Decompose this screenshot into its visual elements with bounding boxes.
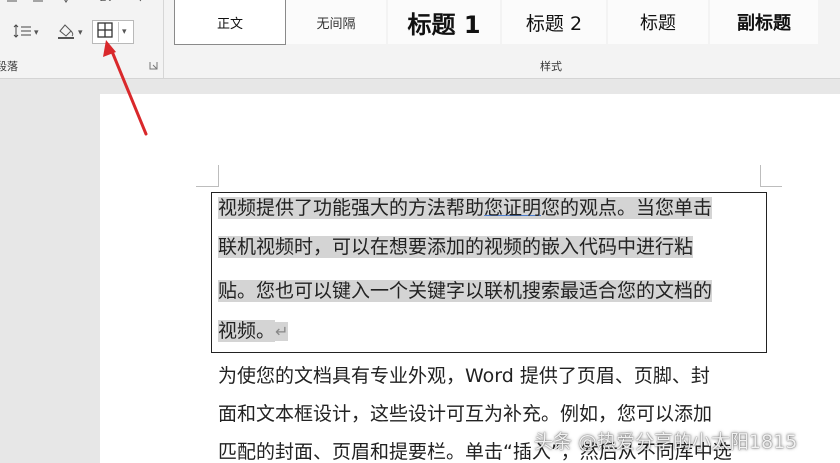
style-label: 标题 [640,13,676,34]
margin-mark [196,186,218,187]
style-label: 正文 [216,16,243,32]
shading-button[interactable]: ▾ [56,22,83,44]
margin-mark [218,165,219,187]
margin-mark [760,165,761,187]
borders-dropdown-icon[interactable]: ▾ [122,27,127,37]
show-marks-icon[interactable] [134,0,144,5]
style-label: 副标题 [737,13,791,34]
selected-text-line[interactable]: 联机视频时，可以在想要添加的视频的嵌入代码中进行粘 [218,236,694,258]
sort-icon[interactable]: Z↓ [100,0,116,4]
chevron-down-icon: ▾ [78,28,83,38]
style-label: 无间隔 [316,16,356,32]
text-run: 贴。您也可以键入一个关键字以联机搜索最适合您的文档的 [218,280,713,302]
styles-gallery: 正文 无间隔 标题 1 标题 2 标题 副标题 样式 [168,0,840,78]
text-run: 联机视频时，可以在想要添加的视频的嵌入代码中进行粘 [218,236,694,258]
paragraph-mark: ↵ [275,322,289,341]
watermark: 头条 @热爱分享的小太阳1815 [534,431,798,453]
style-subtitle[interactable]: 副标题 [710,0,818,44]
style-label: 标题 2 [525,12,583,35]
style-normal[interactable]: 正文 [174,0,286,45]
style-label: 标题 1 [407,10,481,39]
selected-text-line[interactable]: 贴。您也可以键入一个关键字以联机搜索最适合您的文档的 [218,280,713,302]
spellcheck-text: 您证明 [484,197,542,219]
line-spacing-button[interactable]: ▾ [12,24,39,42]
clear-format-icon[interactable] [58,0,74,4]
body-text-line[interactable]: 为使您的文档具有专业外观，Word 提供了页眉、页脚、封 [218,367,710,386]
margin-mark [760,186,782,187]
style-title[interactable]: 标题 [608,0,708,44]
align-left-icon[interactable] [6,0,22,5]
svg-text:Z↓: Z↓ [100,0,114,4]
style-no-spacing[interactable]: 无间隔 [286,0,386,44]
text-run: 视频。 [218,320,276,342]
style-heading-2[interactable]: 标题 2 [502,0,606,44]
text-run: 您的观点。当您单击 [541,197,713,219]
annotation-arrow-icon [103,40,148,136]
selected-text-line[interactable]: 视频。↵ [218,320,289,342]
body-text-line[interactable]: 面和文本框设计，这些设计可互为补充。例如，您可以添加 [218,405,712,424]
styles-group-label: 样式 [540,60,562,73]
text-run: 视频提供了功能强大的方法帮助 [218,197,485,219]
style-heading-1[interactable]: 标题 1 [388,0,500,44]
paragraph-group-label: 段落 [0,60,18,73]
align-center-icon[interactable] [30,0,46,5]
shading-icon [56,22,76,44]
chevron-down-icon: ▾ [34,28,39,38]
line-spacing-icon [12,24,32,42]
selected-text-line[interactable]: 视频提供了功能强大的方法帮助您证明您的观点。当您单击 [218,197,713,219]
